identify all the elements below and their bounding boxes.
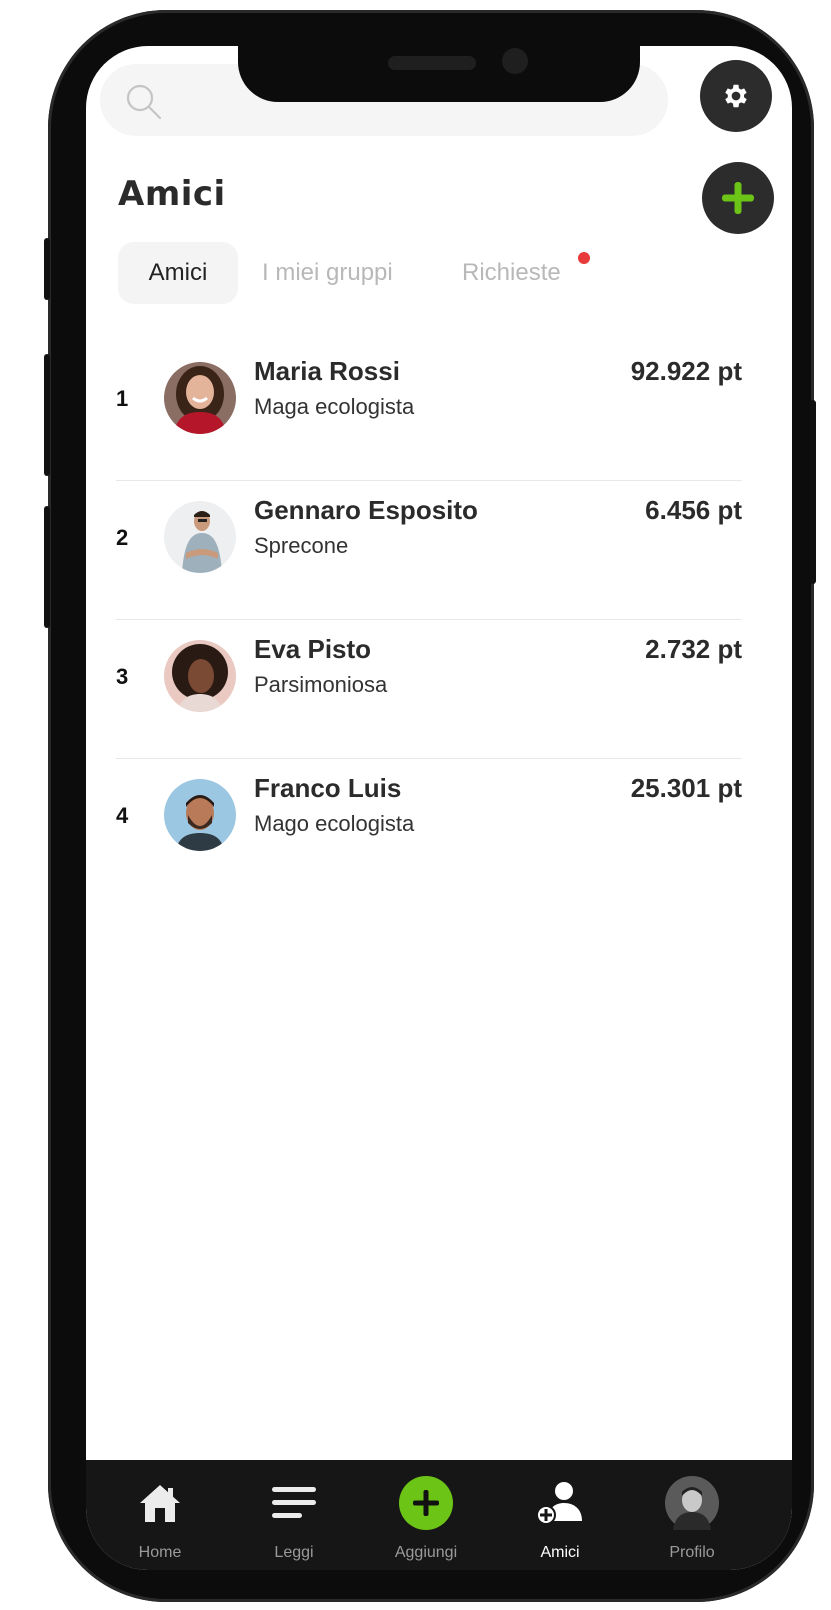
- gear-icon: [725, 84, 747, 108]
- nav-aggiungi[interactable]: Aggiungi: [366, 1460, 486, 1570]
- nav-leggi[interactable]: Leggi: [234, 1460, 354, 1570]
- friend-points: 2.732 pt: [645, 634, 742, 664]
- nav-label: Leggi: [274, 1544, 314, 1561]
- friend-role: Maga ecologista: [254, 394, 415, 419]
- home-icon: [140, 1485, 180, 1522]
- rank: 4: [116, 803, 129, 828]
- settings-button[interactable]: [700, 60, 772, 132]
- nav-profilo[interactable]: Profilo: [632, 1460, 752, 1570]
- tab-richieste[interactable]: Richieste: [462, 242, 561, 304]
- avatar: [665, 1476, 719, 1530]
- rank: 2: [116, 525, 129, 550]
- add-friend-button[interactable]: [702, 162, 774, 234]
- list-item[interactable]: 4 Franco Luis Mago ecologista 25.301 pt: [116, 759, 742, 897]
- avatar: [164, 640, 236, 712]
- list-item[interactable]: 1 Maria Rossi Maga ecologista 92.922 pt: [116, 342, 742, 481]
- plus-icon: [722, 182, 754, 214]
- friend-role: Sprecone: [254, 533, 349, 558]
- avatar: [164, 779, 236, 851]
- rank: 3: [116, 664, 129, 689]
- nav-home[interactable]: Home: [100, 1460, 220, 1570]
- add-friend-icon: [536, 1482, 582, 1525]
- nav-amici[interactable]: Amici: [500, 1460, 620, 1570]
- friend-name: Maria Rossi: [254, 356, 400, 386]
- nav-label: Home: [138, 1544, 182, 1561]
- friend-points: 6.456 pt: [645, 495, 742, 525]
- bottom-nav: Home Leggi Aggiungi Amici Profilo: [86, 1460, 792, 1570]
- tab-amici[interactable]: Amici: [118, 242, 238, 304]
- avatar: [164, 362, 236, 434]
- screen: Amici Amici I miei gruppi Richieste 1 Ma…: [86, 46, 792, 1570]
- list-item[interactable]: 3 Eva Pisto Parsimoniosa 2.732 pt: [116, 620, 742, 759]
- nav-label: Amici: [540, 1544, 580, 1561]
- friend-name: Gennaro Esposito: [254, 495, 478, 525]
- friend-points: 92.922 pt: [630, 356, 742, 386]
- menu-icon: [272, 1487, 316, 1518]
- nav-label: Aggiungi: [394, 1544, 458, 1561]
- avatar: [164, 501, 236, 573]
- notch: [238, 46, 640, 102]
- list-item[interactable]: 2 Gennaro Esposito Sprecone 6.456 pt: [116, 481, 742, 620]
- page-title: Amici: [118, 174, 226, 214]
- friend-name: Franco Luis: [254, 773, 402, 803]
- friend-points: 25.301 pt: [630, 773, 742, 803]
- search-icon: [126, 84, 162, 120]
- notification-dot: [578, 252, 590, 264]
- friend-role: Parsimoniosa: [254, 672, 388, 697]
- nav-label: Profilo: [669, 1544, 715, 1561]
- plus-icon: [399, 1476, 453, 1530]
- rank: 1: [116, 386, 129, 411]
- friends-list: 1 Maria Rossi Maga ecologista 92.922 pt …: [116, 342, 742, 897]
- friend-name: Eva Pisto: [254, 634, 372, 664]
- friend-role: Mago ecologista: [254, 811, 415, 836]
- tab-gruppi[interactable]: I miei gruppi: [262, 242, 393, 304]
